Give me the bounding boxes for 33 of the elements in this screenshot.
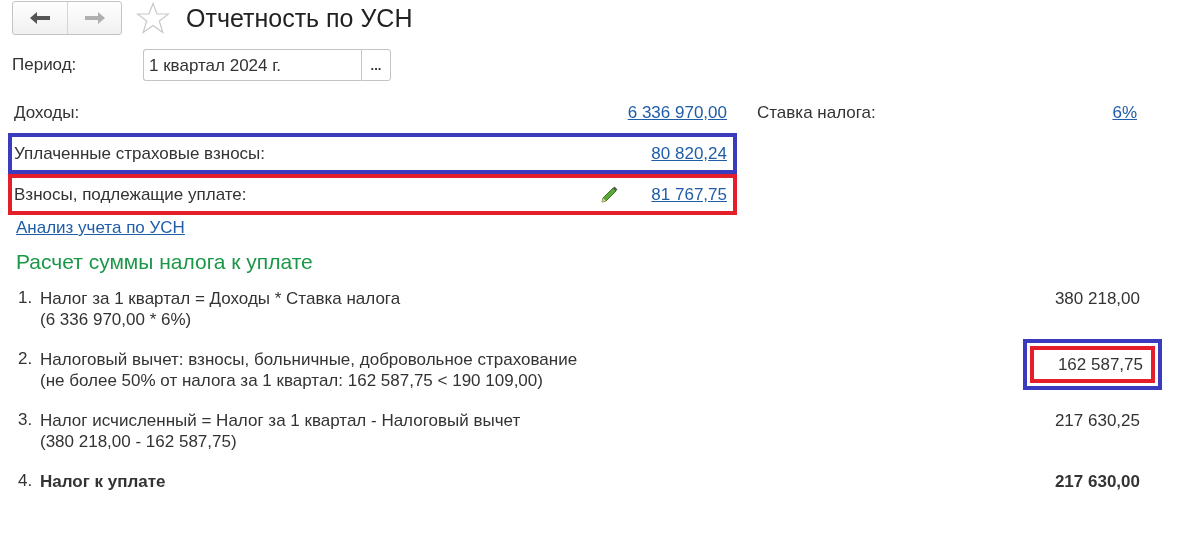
step-amount: 162 587,75 xyxy=(1057,355,1143,374)
star-icon[interactable] xyxy=(136,2,170,34)
page-title: Отчетность по УСН xyxy=(186,3,413,33)
step-number: 3. xyxy=(18,410,34,430)
step-amount: 217 630,00 xyxy=(1054,471,1140,492)
field-label: Доходы: xyxy=(14,102,81,123)
amount-link[interactable]: 80 820,24 xyxy=(651,143,727,164)
analysis-link[interactable]: Анализ учета по УСН xyxy=(16,218,185,238)
step-detail: (380 218,00 - 162 587,75) xyxy=(40,431,238,452)
step-formula: Налог исчисленный = Налог за 1 квартал - Налоговый вычет xyxy=(40,410,522,431)
step-formula: Налоговый вычет: взносы, больничные, добровольное страхование xyxy=(40,349,579,370)
step-number: 1. xyxy=(18,288,34,308)
rate-link[interactable]: 6% xyxy=(1112,102,1137,123)
arrow-left-icon xyxy=(29,11,51,25)
rate-label: Ставка налога: xyxy=(757,102,877,123)
step-detail: (6 336 970,00 * 6%) xyxy=(40,309,193,330)
field-label: Уплаченные страховые взносы: xyxy=(14,143,267,164)
amount-link[interactable]: 6 336 970,00 xyxy=(627,102,727,123)
pencil-icon xyxy=(599,184,620,205)
step-amount: 380 218,00 xyxy=(1054,288,1140,309)
period-label: Период: xyxy=(12,55,78,75)
step-formula: Налог к уплате xyxy=(40,471,167,492)
select-button[interactable]: ... xyxy=(361,49,391,81)
amount-link[interactable]: 81 767,75 xyxy=(651,184,727,205)
step-detail: (не более 50% от налога за 1 квартал: 162 587,75 < 190 109,00) xyxy=(40,370,544,391)
step-formula: Налог за 1 квартал = Доходы * Ставка налога xyxy=(40,288,402,309)
field-label: Взносы, подлежащие уплате: xyxy=(14,184,248,205)
arrow-right-icon xyxy=(83,11,106,25)
step-number: 2. xyxy=(18,349,34,369)
step-amount: 217 630,25 xyxy=(1054,410,1140,431)
section-title: Расчет суммы налога к уплате xyxy=(16,250,314,274)
period-field[interactable]: 1 квартал 2024 г. xyxy=(143,49,361,81)
step-number: 4. xyxy=(18,471,34,491)
